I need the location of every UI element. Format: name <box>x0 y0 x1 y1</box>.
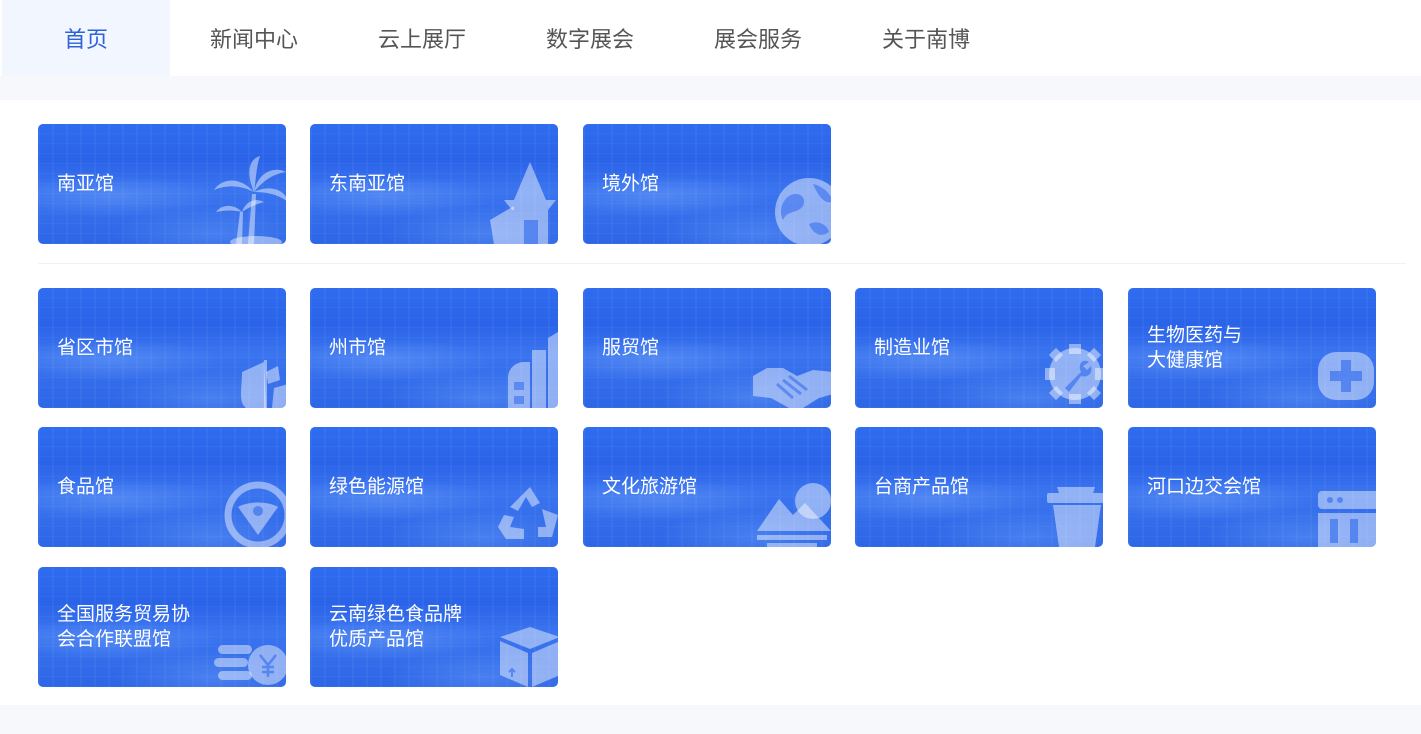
hall-card-southeast-asia[interactable]: 东南亚馆 <box>310 124 558 244</box>
hall-card-label: 台商产品馆 <box>874 476 970 498</box>
palm-tree-icon <box>214 156 286 244</box>
hall-card-provinces[interactable]: 省区市馆 <box>38 288 286 408</box>
hall-card-taiwan-products[interactable]: 台商产品馆 <box>855 427 1103 547</box>
hall-card-label: 东南亚馆 <box>329 173 406 195</box>
hall-card-label: 制造业馆 <box>874 337 951 359</box>
food-badge-icon <box>224 481 286 547</box>
booth-icon <box>1318 491 1376 547</box>
hall-card-label: 南亚馆 <box>57 173 115 195</box>
hall-card-label: 境外馆 <box>602 173 660 195</box>
medical-cross-icon <box>1318 352 1374 400</box>
hall-card-label: 食品馆 <box>57 476 115 498</box>
hall-card-service-trade-alliance[interactable]: 全国服务贸易协 会合作联盟馆 <box>38 567 286 687</box>
hall-card-south-asia[interactable]: 南亚馆 <box>38 124 286 244</box>
pagoda-icon <box>490 162 556 244</box>
hall-card-green-energy[interactable]: 绿色能源馆 <box>310 427 558 547</box>
hall-card-prefectures[interactable]: 州市馆 <box>310 288 558 408</box>
map-flag-icon <box>241 360 286 408</box>
nav-item-news[interactable]: 新闻中心 <box>170 0 338 76</box>
halls-panel: 南亚馆 东南亚馆 境外馆 省区市馆 州市馆 服贸馆 制造业馆 生物医药与 大健康… <box>0 100 1421 705</box>
handshake-icon <box>753 368 831 408</box>
globe-icon <box>775 178 831 244</box>
hall-card-service-trade[interactable]: 服贸馆 <box>583 288 831 408</box>
nav-item-home[interactable]: 首页 <box>2 0 170 76</box>
cup-icon <box>1047 487 1103 547</box>
nav-item-about[interactable]: 关于南博 <box>842 0 1010 76</box>
hall-card-label: 省区市馆 <box>57 337 134 359</box>
hall-card-label: 绿色能源馆 <box>329 476 425 498</box>
hall-card-label: 文化旅游馆 <box>602 476 698 498</box>
hall-card-biomedicine[interactable]: 生物医药与 大健康馆 <box>1128 288 1376 408</box>
hall-card-yunnan-green-food[interactable]: 云南绿色食品牌 优质产品馆 <box>310 567 558 687</box>
hall-card-label: 生物医药与 大健康馆 <box>1147 325 1243 371</box>
hall-card-label: 全国服务贸易协 会合作联盟馆 <box>57 604 191 650</box>
nav-item-cloud-hall[interactable]: 云上展厅 <box>338 0 506 76</box>
coins-yen-icon <box>214 645 286 685</box>
hall-card-food[interactable]: 食品馆 <box>38 427 286 547</box>
gear-wrench-icon <box>1045 344 1103 404</box>
hall-card-label: 云南绿色食品牌 优质产品馆 <box>329 604 463 650</box>
nav-item-expo-service[interactable]: 展会服务 <box>674 0 842 76</box>
buildings-icon <box>508 332 558 408</box>
mountain-sun-icon <box>757 483 831 547</box>
hall-card-overseas[interactable]: 境外馆 <box>583 124 831 244</box>
nav-item-digital-expo[interactable]: 数字展会 <box>506 0 674 76</box>
top-nav: 首页 新闻中心 云上展厅 数字展会 展会服务 关于南博 <box>0 0 1421 76</box>
hall-card-hekou-border[interactable]: 河口边交会馆 <box>1128 427 1376 547</box>
hall-card-label: 州市馆 <box>329 337 387 359</box>
hall-card-manufacturing[interactable]: 制造业馆 <box>855 288 1103 408</box>
section-divider <box>38 263 1406 264</box>
hall-card-label: 服贸馆 <box>602 337 660 359</box>
hall-card-culture-tourism[interactable]: 文化旅游馆 <box>583 427 831 547</box>
hall-card-label: 河口边交会馆 <box>1147 476 1262 498</box>
package-box-icon <box>500 627 558 687</box>
recycle-icon <box>498 487 558 539</box>
